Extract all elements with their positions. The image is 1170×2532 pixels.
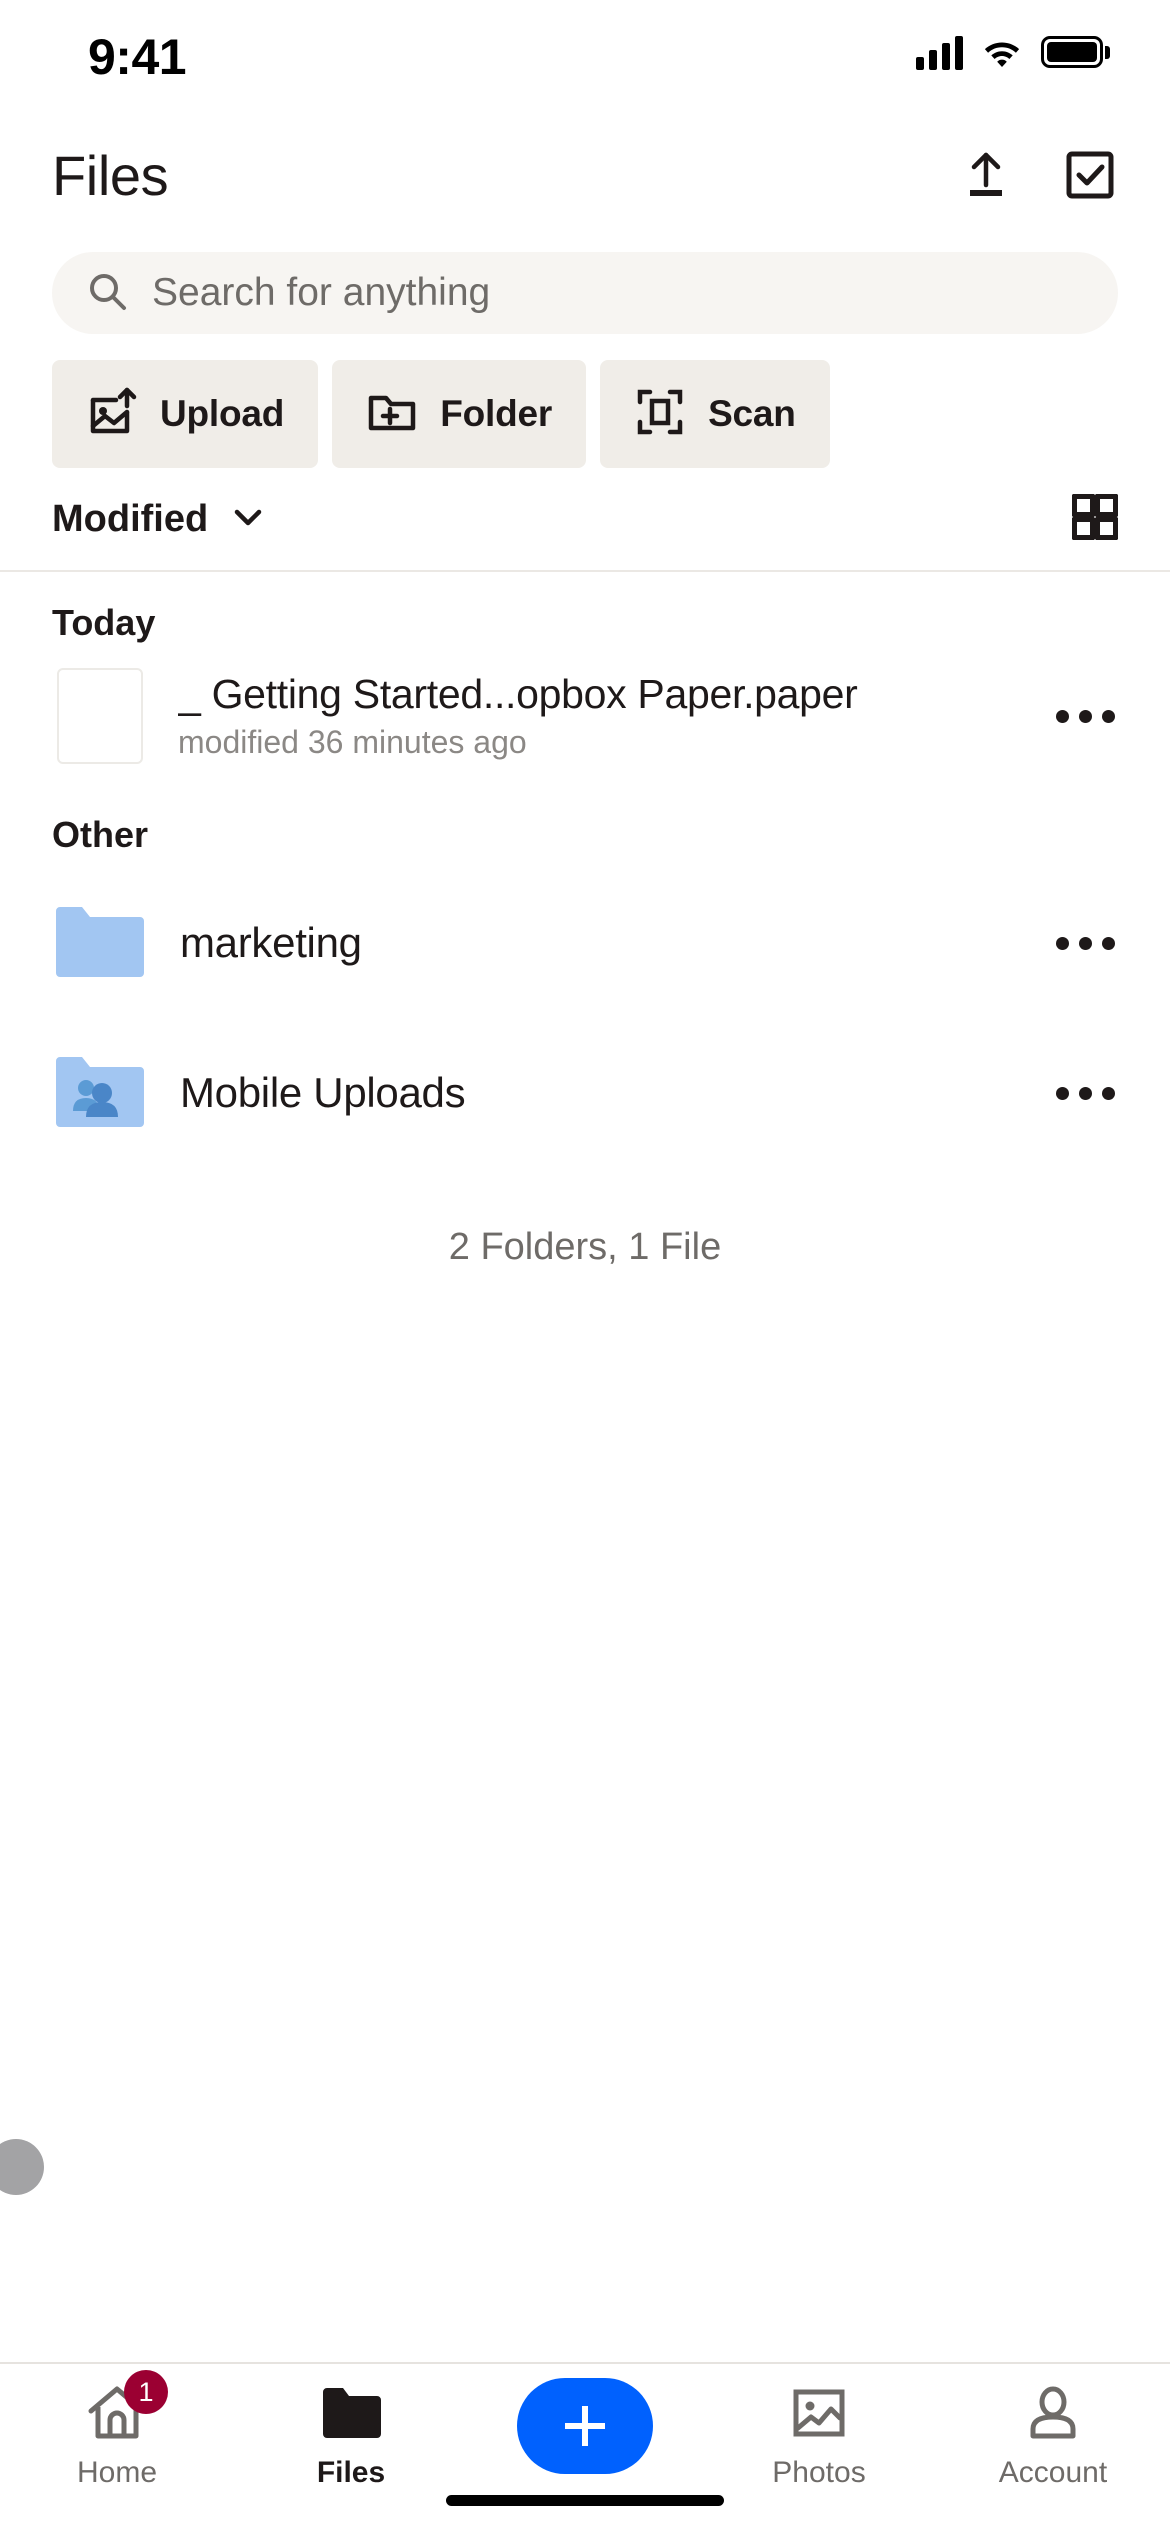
status-bar-indicators xyxy=(916,34,1110,70)
image-upload-icon xyxy=(86,386,138,443)
grid-view-icon[interactable] xyxy=(1071,492,1119,545)
page-header: Files xyxy=(0,120,1170,230)
home-badge: 1 xyxy=(124,2370,168,2414)
file-list: Today _ Getting Started...opbox Paper.pa… xyxy=(0,572,1170,2362)
list-item-text: Mobile Uploads xyxy=(148,1069,1040,1117)
bottom-tab-bar: 1 Home Files Photos Account xyxy=(0,2362,1170,2532)
upload-arrow-icon[interactable] xyxy=(958,147,1014,203)
sort-row: Modified xyxy=(0,468,1170,572)
home-icon: 1 xyxy=(86,2370,168,2444)
tab-account-label: Account xyxy=(998,2456,1108,2489)
more-options-icon[interactable] xyxy=(1040,898,1130,988)
folder-name: marketing xyxy=(180,919,362,966)
section-header-today: Today xyxy=(52,602,156,643)
tab-files-label: Files xyxy=(316,2456,386,2489)
more-options-icon[interactable] xyxy=(1040,671,1130,761)
list-item[interactable]: marketing xyxy=(0,868,1170,1018)
status-bar: 9:41 xyxy=(0,0,1170,120)
scan-button[interactable]: Scan xyxy=(600,360,830,468)
list-item[interactable]: _ Getting Started...opbox Paper.paper mo… xyxy=(0,656,1170,776)
quick-actions-row: Upload Folder Scan xyxy=(0,334,1170,468)
folder-filled-icon xyxy=(320,2382,382,2444)
photos-icon xyxy=(788,2382,850,2444)
paper-document-thumbnail xyxy=(52,668,148,764)
wifi-icon xyxy=(981,36,1023,68)
search-icon xyxy=(86,270,128,317)
shared-folder-icon xyxy=(52,1045,148,1141)
list-item[interactable]: Mobile Uploads xyxy=(0,1018,1170,1168)
create-fab-button[interactable] xyxy=(517,2378,653,2474)
status-bar-time: 9:41 xyxy=(88,29,187,85)
folder-icon xyxy=(52,895,148,991)
tab-photos-label: Photos xyxy=(772,2456,866,2489)
tab-photos[interactable]: Photos xyxy=(702,2382,936,2490)
page-title: Files xyxy=(52,143,169,207)
search-input[interactable]: Search for anything xyxy=(52,252,1118,334)
battery-full-icon xyxy=(1041,36,1110,68)
more-options-icon[interactable] xyxy=(1040,1048,1130,1138)
folder-button[interactable]: Folder xyxy=(332,360,587,468)
item-count-label: 2 Folders, 1 File xyxy=(448,1226,722,1268)
file-name: _ Getting Started...opbox Paper.paper xyxy=(178,671,858,717)
search-placeholder: Search for anything xyxy=(152,271,491,314)
scan-frame-icon xyxy=(634,386,686,443)
folder-button-label: Folder xyxy=(440,393,553,434)
search-section: Search for anything xyxy=(0,230,1170,334)
list-item-text: _ Getting Started...opbox Paper.paper mo… xyxy=(148,671,1040,761)
chevron-down-icon xyxy=(228,497,268,542)
list-item-text: marketing xyxy=(148,919,1040,967)
checkbox-select-icon[interactable] xyxy=(1062,147,1118,203)
tab-account[interactable]: Account xyxy=(936,2382,1170,2490)
tab-create[interactable] xyxy=(468,2378,702,2474)
tab-home[interactable]: 1 Home xyxy=(0,2370,234,2490)
tab-files[interactable]: Files xyxy=(234,2382,468,2490)
person-icon xyxy=(1022,2382,1084,2444)
scan-button-label: Scan xyxy=(708,393,796,434)
header-actions xyxy=(958,147,1118,203)
file-subtitle: modified 36 minutes ago xyxy=(178,724,527,760)
phone-screen: 9:41 Files Search for anything Upload Fo… xyxy=(0,0,1170,2532)
section-header-other: Other xyxy=(52,814,149,855)
tab-home-label: Home xyxy=(76,2456,158,2489)
home-indicator xyxy=(446,2495,724,2506)
folder-name: Mobile Uploads xyxy=(180,1069,466,1116)
sort-dropdown[interactable]: Modified xyxy=(52,497,268,542)
sort-label: Modified xyxy=(52,497,209,540)
signal-bars-icon xyxy=(916,34,963,70)
upload-button-label: Upload xyxy=(160,393,285,434)
plus-icon xyxy=(565,2406,605,2446)
upload-button[interactable]: Upload xyxy=(52,360,319,468)
folder-plus-icon xyxy=(366,386,418,443)
